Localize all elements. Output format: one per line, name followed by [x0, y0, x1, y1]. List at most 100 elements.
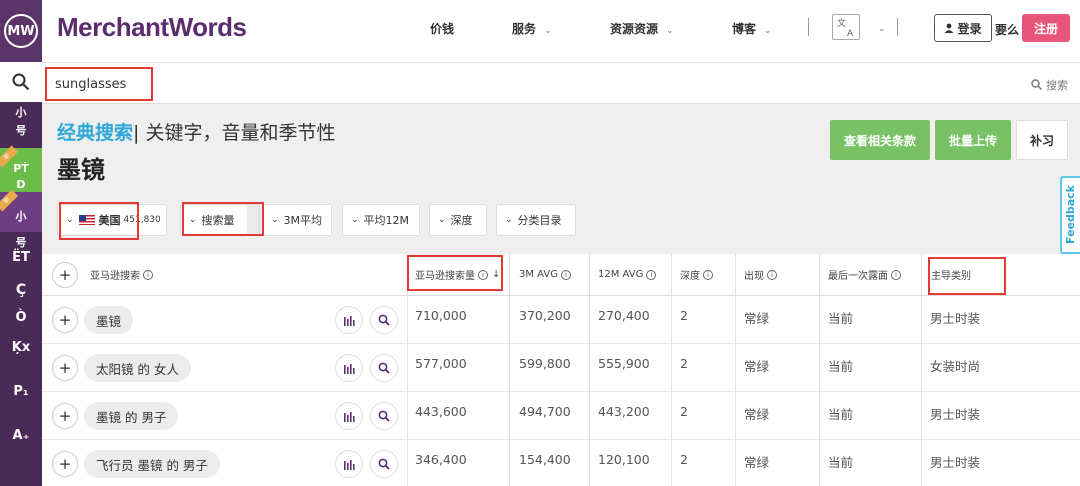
sidebar-search-button[interactable] — [0, 62, 42, 102]
chevron-down-icon: ⌄ — [438, 215, 446, 225]
sidebar-item[interactable]: P₁ — [0, 384, 42, 399]
add-keyword-button[interactable]: + — [52, 403, 78, 429]
avg3m-filter[interactable]: ⌄ 3M平均 — [262, 204, 332, 236]
header-appear-cell[interactable]: 出现 i — [735, 254, 819, 296]
add-all-button[interactable]: + — [52, 262, 78, 288]
nav-pricing[interactable]: 价钱 — [430, 20, 454, 37]
brand-name[interactable]: MerchantWords — [57, 12, 247, 43]
search-submit[interactable]: 搜索 — [1031, 77, 1068, 93]
search-bar: sunglasses 搜索 — [42, 62, 1080, 104]
sort-down-icon[interactable]: ↓ — [492, 269, 500, 280]
keyword-pill[interactable]: 太阳镜 的 女人 — [84, 354, 191, 382]
info-icon[interactable]: i — [703, 269, 713, 280]
header-depth-cell[interactable]: 深度 i — [671, 254, 735, 296]
add-keyword-button[interactable]: + — [52, 355, 78, 381]
chevron-down-icon: ⌄ — [189, 215, 197, 225]
header-avg3m-cell[interactable]: 3M AVG i — [509, 254, 589, 296]
bulk-upload-button[interactable]: 批量上传 — [935, 120, 1011, 160]
us-flag-icon — [78, 215, 95, 225]
sidebar-item[interactable]: Ç — [0, 282, 42, 298]
feedback-tab[interactable]: Feedback — [1060, 176, 1080, 254]
cell-avg3m: 370,200 — [519, 308, 571, 323]
header-category-cell[interactable]: 主导类别 — [921, 254, 1080, 296]
chart-icon[interactable] — [335, 450, 363, 478]
info-icon[interactable]: i — [143, 269, 153, 280]
info-icon[interactable]: i — [891, 269, 901, 280]
svg-text:A: A — [847, 29, 854, 39]
chevron-down-icon: ⌄ — [666, 26, 674, 36]
country-label: 美国 — [98, 214, 121, 227]
subtitle-rest: 关键字，音量和季节性 — [145, 122, 336, 144]
sidebar-item[interactable]: ËT — [0, 250, 42, 265]
logo[interactable]: MW — [0, 0, 42, 62]
depth-filter-label: 深度 — [450, 214, 473, 227]
login-button[interactable]: 登录 — [934, 14, 992, 42]
info-icon[interactable]: i — [767, 269, 777, 280]
sidebar-item[interactable]: Ò — [0, 310, 42, 325]
header-category: 主导类别 — [931, 271, 971, 282]
header-volume-cell[interactable]: 亚马逊搜索量 i ↓ — [407, 254, 509, 296]
chart-icon[interactable] — [335, 306, 363, 334]
sidebar-item[interactable]: Ķx — [0, 340, 42, 355]
cell-last-seen: 当前 — [828, 407, 854, 422]
search-icon[interactable] — [370, 306, 398, 334]
header-last-cell[interactable]: 最后一次露面 i — [819, 254, 921, 296]
avg12m-filter[interactable]: ⌄ 平均12M — [342, 204, 420, 236]
cell-category: 男士时装 — [930, 311, 981, 326]
sidebar-item[interactable]: 小 — [0, 104, 42, 120]
chevron-down-icon: ⌄ — [878, 24, 886, 34]
volume-filter[interactable]: ⌄ 搜索量 — [180, 204, 260, 236]
cell-category: 男士时装 — [930, 407, 981, 422]
keyword-pill[interactable]: 飞行员 墨镜 的 男子 — [84, 450, 220, 478]
search-submit-label: 搜索 — [1046, 79, 1068, 92]
chart-icon[interactable] — [335, 402, 363, 430]
nav-services[interactable]: 服务 ⌄ — [512, 20, 552, 37]
divider — [808, 18, 809, 36]
cell-avg12m: 120,100 — [598, 452, 650, 467]
search-input[interactable]: sunglasses — [45, 67, 153, 101]
search-icon[interactable] — [370, 450, 398, 478]
search-icon[interactable] — [370, 402, 398, 430]
nav-label: 资源资源 — [610, 22, 659, 36]
header-volume: 亚马逊搜索量 — [415, 271, 475, 282]
classic-search-label[interactable]: 经典搜索 — [57, 122, 133, 144]
chevron-down-icon: ⌄ — [66, 215, 74, 225]
info-icon[interactable]: i — [560, 269, 571, 280]
depth-filter[interactable]: ⌄ 深度 — [429, 204, 487, 236]
cell-depth: 2 — [680, 404, 688, 419]
sidebar-item[interactable]: 号 — [0, 122, 42, 138]
search-icon — [12, 73, 30, 91]
sidebar-item[interactable]: D — [0, 178, 42, 191]
view-related-button[interactable]: 查看相关条款 — [830, 120, 930, 160]
keyword-pill[interactable]: 墨镜 的 男子 — [84, 402, 179, 430]
info-icon[interactable]: i — [478, 269, 488, 280]
sidebar-item[interactable]: PṪ — [0, 162, 42, 175]
add-keyword-button[interactable]: + — [52, 307, 78, 333]
search-icon[interactable] — [370, 354, 398, 382]
header-search[interactable]: 亚马逊搜索 — [90, 267, 140, 282]
add-keyword-button[interactable]: + — [52, 451, 78, 477]
sidebar-item[interactable]: A₊ — [0, 428, 42, 443]
signup-button[interactable]: 注册 — [1022, 14, 1070, 42]
country-filter[interactable]: ⌄ 美国 451,830 — [57, 204, 167, 236]
header-depth: 深度 — [680, 271, 700, 282]
header-appear: 出现 — [744, 271, 764, 282]
info-icon[interactable]: i — [646, 269, 657, 280]
supplement-button[interactable]: 补习 — [1016, 120, 1068, 160]
translate-icon[interactable]: 文A — [832, 14, 860, 40]
chevron-down-icon: ⌄ — [505, 215, 513, 225]
nav-resources[interactable]: 资源资源 ⌄ — [610, 20, 674, 37]
cell-appear: 常绿 — [744, 455, 770, 470]
category-filter[interactable]: ⌄ 分类目录 — [496, 204, 576, 236]
chevron-down-icon: ⌄ — [271, 215, 279, 225]
chart-icon[interactable] — [335, 354, 363, 382]
nav-label: 价钱 — [430, 22, 455, 36]
nav-blog[interactable]: 博客 ⌄ — [732, 20, 772, 37]
header-avg12m-cell[interactable]: 12M AVG i — [589, 254, 671, 296]
page-title: 墨镜 — [57, 156, 105, 184]
cell-depth: 2 — [680, 452, 688, 467]
keyword-pill[interactable]: 墨镜 — [84, 306, 134, 334]
language-dropdown[interactable]: ⌄ — [870, 20, 886, 34]
sidebar-item[interactable]: 小 — [0, 208, 42, 224]
sidebar-item[interactable]: 号 — [0, 234, 42, 250]
